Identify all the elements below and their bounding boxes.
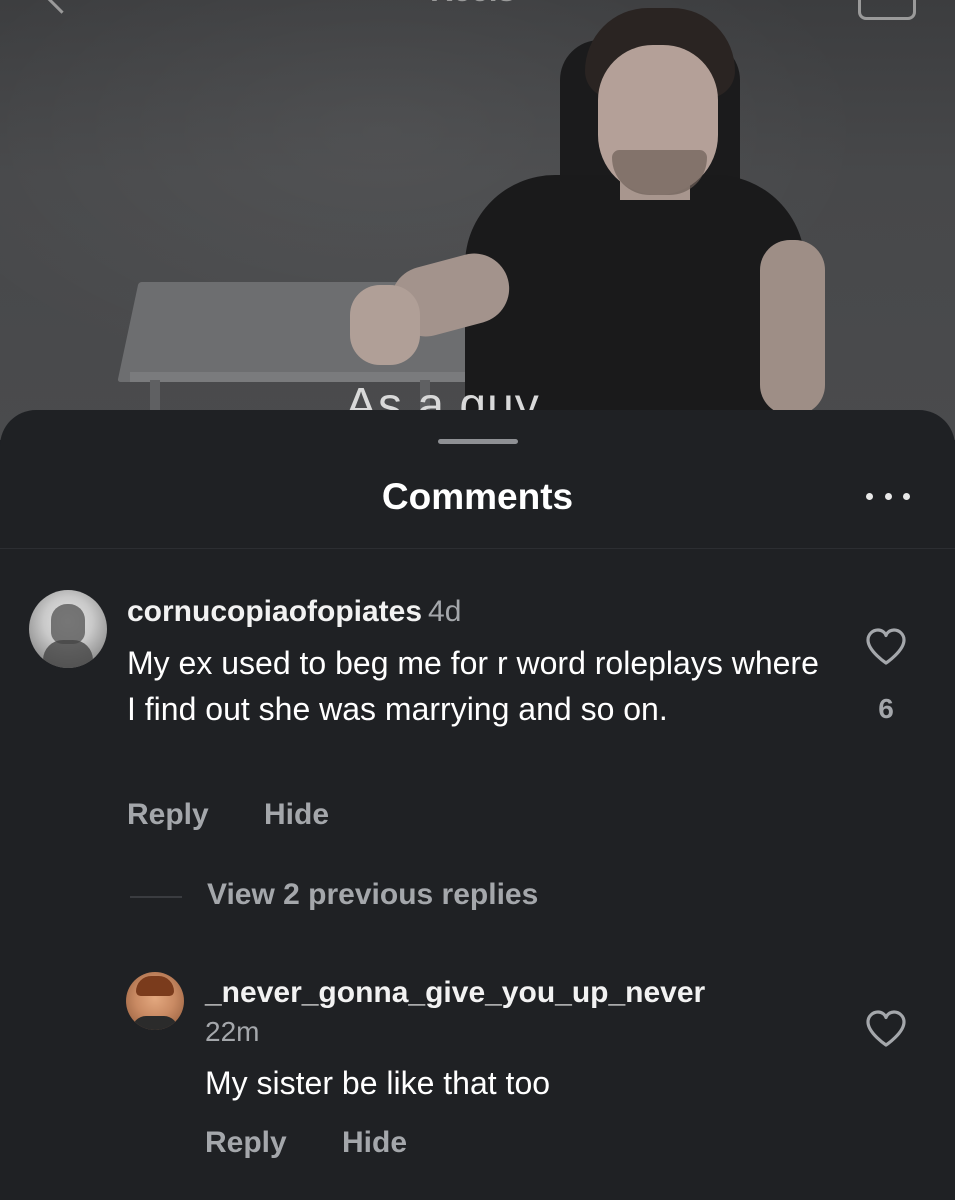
heart-outline-icon[interactable]: [865, 1010, 907, 1048]
hide-button[interactable]: Hide: [264, 798, 329, 832]
comment-text: My sister be like that too: [205, 1065, 551, 1101]
like-count: 6: [878, 693, 894, 724]
comment-text: My ex used to beg me for r word roleplay…: [127, 645, 819, 727]
comment-header: cornucopiaofopiates 4d: [127, 595, 461, 629]
comment-time: 4d: [428, 595, 462, 628]
heart-outline-icon[interactable]: [865, 628, 907, 666]
reply-button[interactable]: Reply: [127, 798, 209, 832]
username[interactable]: _never_gonna_give_you_up_never: [205, 976, 705, 1010]
hide-button[interactable]: Hide: [342, 1126, 407, 1160]
camera-icon[interactable]: [858, 0, 916, 20]
reel-video[interactable]: Reels As a guy: [0, 0, 955, 440]
sheet-title: Comments: [381, 476, 574, 517]
replies-divider-line: [130, 896, 182, 898]
reels-title: Reels: [430, 0, 515, 9]
comment-time: 22m: [205, 1016, 260, 1047]
reply-button[interactable]: Reply: [205, 1126, 287, 1160]
divider: [0, 548, 955, 549]
sheet-drag-handle[interactable]: [438, 439, 518, 444]
more-horizontal-icon[interactable]: [866, 490, 910, 502]
avatar[interactable]: [126, 972, 184, 1030]
avatar[interactable]: [29, 590, 107, 668]
comments-sheet: Comments cornucopiaofopiates 4d My ex use…: [0, 410, 955, 1200]
view-replies-button[interactable]: View 2 previous replies: [207, 878, 538, 912]
username[interactable]: cornucopiaofopiates: [127, 595, 422, 628]
